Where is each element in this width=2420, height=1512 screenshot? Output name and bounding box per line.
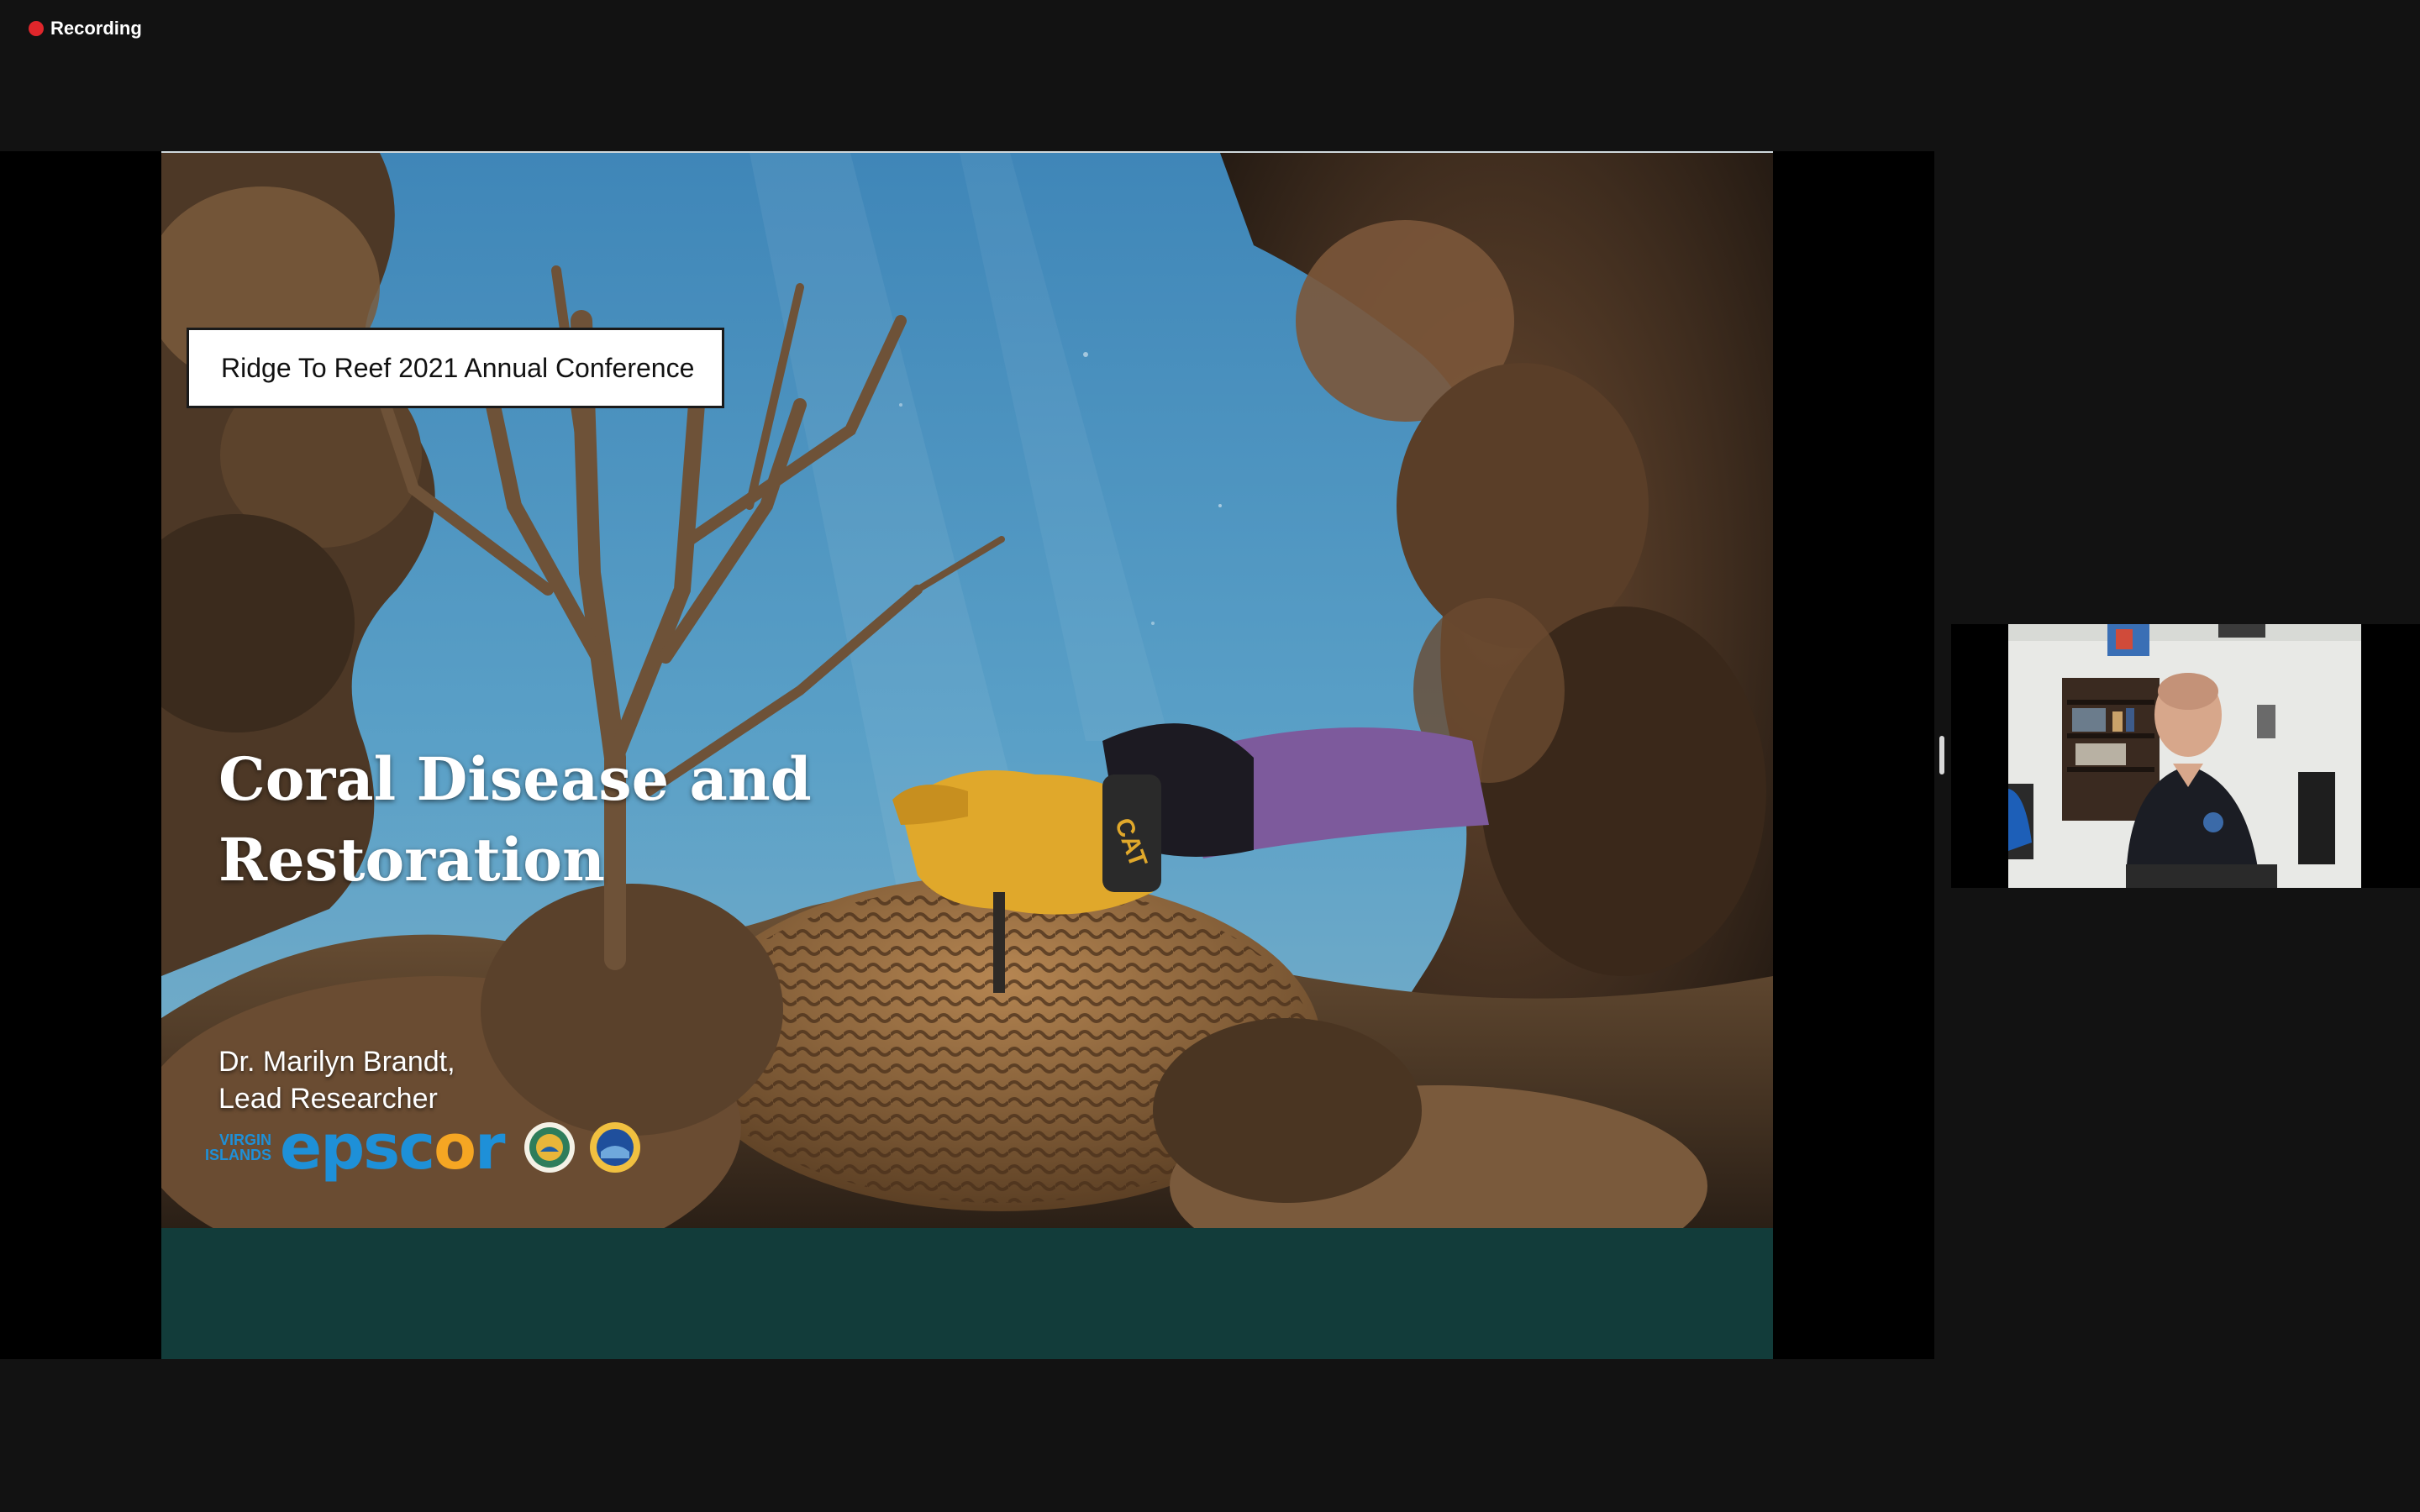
- epscor-logo: epscor: [280, 1116, 505, 1179]
- meeting-window: Recording CAT Ridge To Reef 2021 Annual …: [0, 0, 2420, 1512]
- participant-video-tile[interactable]: [1951, 624, 2420, 888]
- author-name: Dr. Marilyn Brandt,: [218, 1046, 455, 1078]
- slide-footer-band: [161, 1228, 1773, 1359]
- epscor-pre: epsc: [280, 1111, 435, 1184]
- conference-label-box: Ridge To Reef 2021 Annual Conference: [187, 328, 724, 408]
- panel-resize-handle[interactable]: [1939, 736, 1944, 774]
- recording-label: Recording: [50, 18, 142, 39]
- vi-line1: VIRGIN: [219, 1131, 272, 1148]
- epscor-post: r: [474, 1111, 505, 1184]
- recording-dot-icon: [29, 21, 44, 36]
- slide-author: Dr. Marilyn Brandt, Lead Researcher: [218, 1043, 455, 1117]
- slide-title-line1: Coral Disease and: [218, 744, 812, 814]
- screen-share-stage: CAT Ridge To Reef 2021 Annual Conference…: [0, 151, 1934, 1359]
- participant-video-feed: [2008, 624, 2361, 888]
- slide-title-line2: Restoration: [218, 825, 605, 895]
- recording-indicator[interactable]: Recording: [29, 17, 142, 40]
- slide-title: Coral Disease and Restoration: [218, 739, 908, 900]
- conference-label: Ridge To Reef 2021 Annual Conference: [221, 352, 695, 383]
- presentation-slide: CAT Ridge To Reef 2021 Annual Conference…: [161, 151, 1773, 1359]
- virgin-islands-text: VIRGIN ISLANDS: [205, 1132, 271, 1163]
- vi-line2: ISLANDS: [205, 1147, 272, 1163]
- epscor-o: o: [434, 1111, 476, 1184]
- uvi-seal-icon: [524, 1122, 576, 1173]
- sponsor-logos: VIRGIN ISLANDS epscor: [205, 1114, 641, 1181]
- nsf-logo-icon: [590, 1122, 641, 1173]
